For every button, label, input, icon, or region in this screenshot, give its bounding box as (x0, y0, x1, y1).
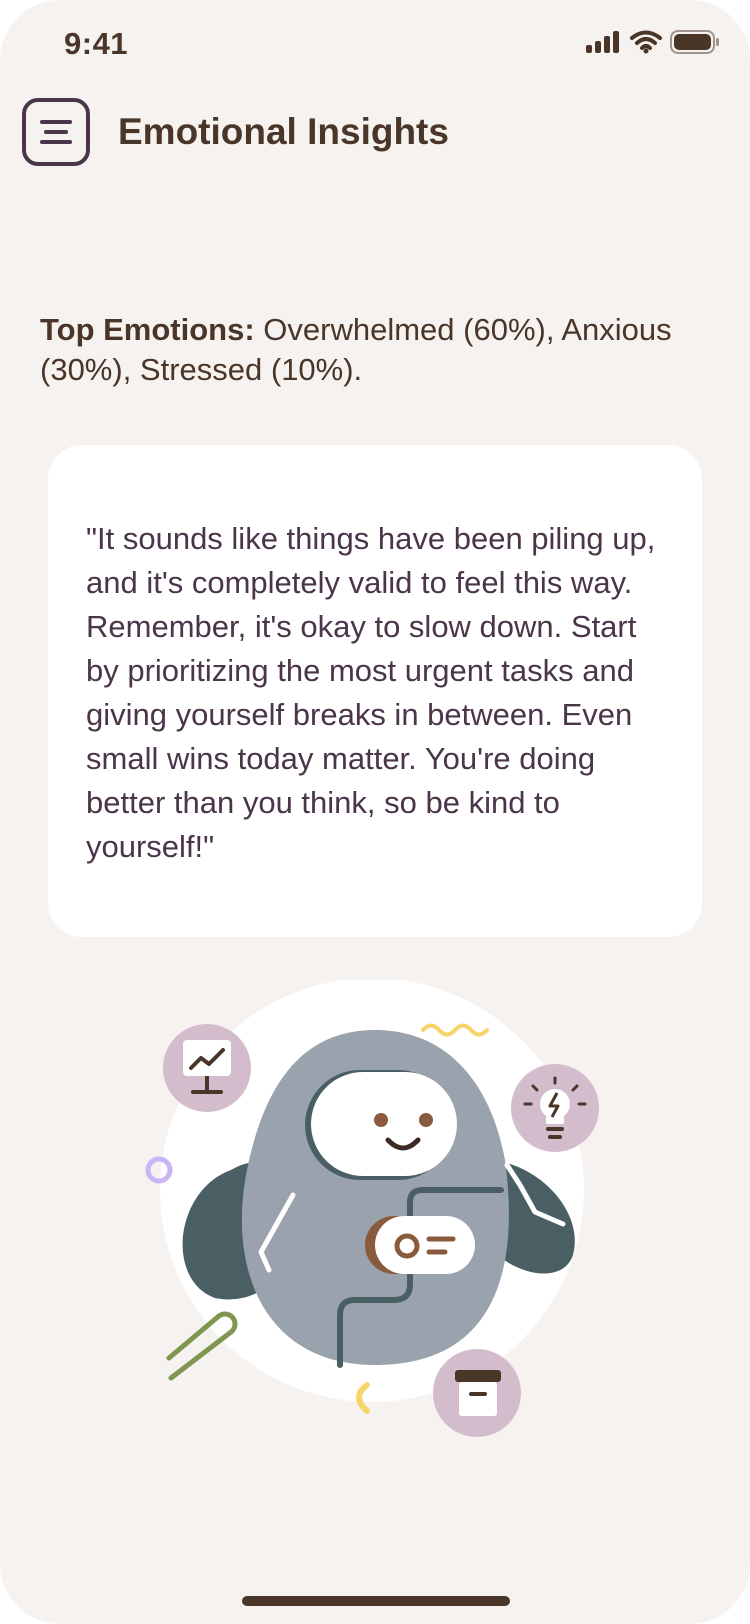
menu-button[interactable] (22, 98, 90, 166)
menu-icon (40, 120, 72, 144)
app-header: Emotional Insights (22, 98, 449, 166)
page-title: Emotional Insights (118, 111, 449, 152)
top-emotions-label: Top Emotions: (40, 312, 255, 347)
archive-box-icon (455, 1370, 501, 1416)
signal-icon (586, 31, 619, 53)
robot-illustration (145, 980, 599, 1437)
message-card: "It sounds like things have been piling … (48, 445, 702, 937)
wifi-icon (630, 30, 662, 54)
status-time: 9:41 (64, 26, 129, 61)
status-bar: 9:41 (0, 0, 750, 90)
supportive-message: "It sounds like things have been piling … (86, 521, 656, 864)
app-screen: 9:41 Emotional Insights Top Emotions: Ov… (0, 0, 750, 1624)
battery-icon (670, 30, 719, 54)
home-indicator[interactable] (242, 1596, 510, 1606)
status-icons (586, 30, 720, 54)
top-emotions-summary: Top Emotions: Overwhelmed (60%), Anxious… (40, 310, 720, 390)
